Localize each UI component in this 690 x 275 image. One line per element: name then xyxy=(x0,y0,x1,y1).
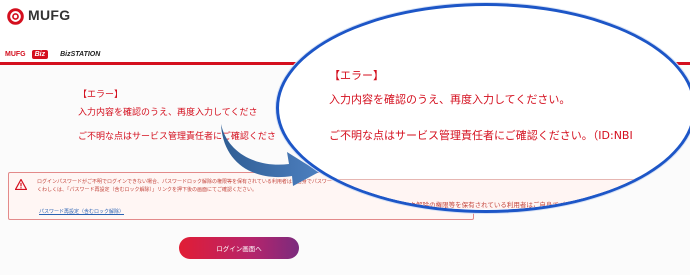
warning-triangle-icon xyxy=(15,179,27,190)
magnified-error-block: 【エラー】 入力内容を確認のうえ、再度入力してください。 ご不明な点はサービス管… xyxy=(329,69,633,143)
sub-brand-biz-badge: Biz xyxy=(31,49,49,59)
magnified-content: 【エラー】 入力内容を確認のうえ、再度入力してください。 ご不明な点はサービス管… xyxy=(279,6,690,210)
sub-brand-mufg: MUFG xyxy=(5,50,26,58)
sub-brand-bizstation: BizSTATION xyxy=(60,50,101,58)
error-title: 【エラー】 xyxy=(78,90,124,100)
magnified-error-line-contact: ご不明な点はサービス管理責任者にご確認ください。（ID:NBI xyxy=(329,129,633,142)
magnified-alert-text: ロード ロック解除の権限等を保有されている利用者はご自身でパス xyxy=(375,201,572,209)
magnified-view: 【エラー】 入力内容を確認のうえ、再度入力してください。 ご不明な点はサービス管… xyxy=(276,3,690,213)
mufg-logo-icon xyxy=(7,8,24,25)
password-reset-link[interactable]: パスワード再設定（含むロック解除） xyxy=(39,208,124,215)
magnified-error-title: 【エラー】 xyxy=(329,69,384,82)
magnified-error-line-input: 入力内容を確認のうえ、再度入力してください。 xyxy=(329,93,571,106)
login-screen-button[interactable]: ログイン画面へ xyxy=(179,237,299,259)
logo-text: MUFG xyxy=(28,7,71,23)
